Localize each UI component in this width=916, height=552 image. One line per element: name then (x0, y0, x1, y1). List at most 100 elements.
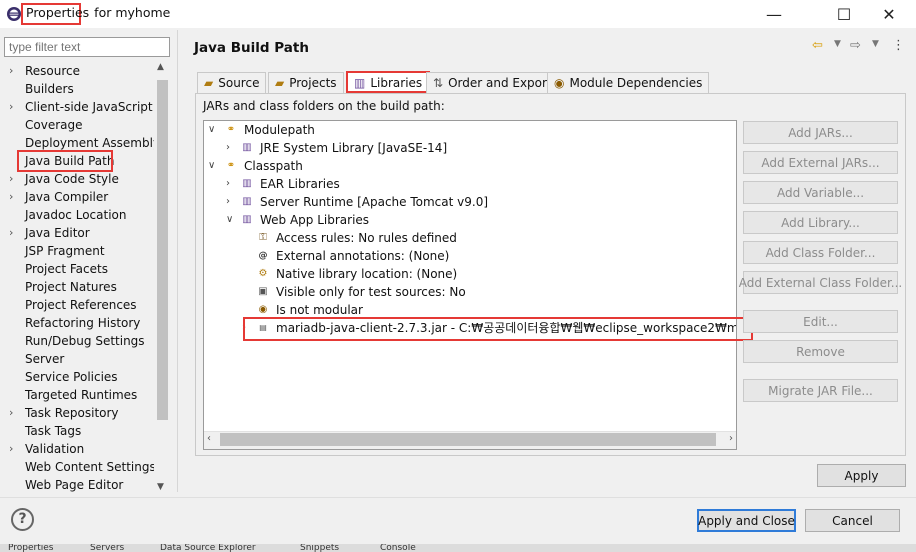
sidebar-item[interactable]: JSP Fragment (4, 242, 154, 260)
sidebar-item[interactable]: Builders (4, 80, 154, 98)
tree-node-ear[interactable]: › ▥ EAR Libraries (204, 175, 734, 193)
tree-node-jre[interactable]: › ▥ JRE System Library [JavaSE-14] (204, 139, 734, 157)
collapse-chevron-icon[interactable]: ∨ (208, 121, 220, 139)
sidebar-item[interactable]: › Task Repository (4, 404, 154, 422)
server-runtime-label: Server Runtime [Apache Tomcat v9.0] (260, 195, 489, 209)
navigation-icons: ⇦ ▼ ⇨ ▼ ⋮ (812, 38, 907, 56)
expand-chevron-icon[interactable]: › (226, 175, 238, 193)
webapp-label: Web App Libraries (260, 213, 370, 227)
tree-node-visible-only[interactable]: ▣ Visible only for test sources: No (204, 283, 734, 301)
order-export-icon: ⇅ (433, 76, 444, 90)
libraries-icon: ▥ (354, 76, 366, 90)
filter-input[interactable] (4, 37, 170, 57)
sidebar-item-label: Resource (25, 64, 81, 78)
expand-chevron-icon[interactable]: › (226, 139, 238, 157)
remove-button[interactable]: Remove (743, 340, 898, 363)
tree-node-external-annotations[interactable]: @ External annotations: (None) (204, 247, 734, 265)
minimize-button[interactable]: — (751, 0, 797, 28)
left-scrollbar-thumb[interactable] (157, 80, 168, 420)
sidebar-item[interactable]: Project References (4, 296, 154, 314)
expand-chevron-icon[interactable]: › (9, 440, 13, 458)
forward-menu-chevron-icon[interactable]: ▼ (872, 39, 879, 49)
visible-only-label: Visible only for test sources: No (276, 285, 466, 299)
sidebar-item[interactable]: Task Tags (4, 422, 154, 440)
tree-node-access-rules[interactable]: ⚿ Access rules: No rules defined (204, 229, 734, 247)
sidebar-item[interactable]: Run/Debug Settings (4, 332, 154, 350)
sidebar-item[interactable]: › Validation (4, 440, 154, 458)
back-arrow-icon[interactable]: ⇦ (812, 38, 823, 53)
add-external-class-folder-button[interactable]: Add External Class Folder... (739, 271, 902, 294)
add-external-jars-button[interactable]: Add External JARs... (743, 151, 898, 174)
sidebar-item-label: Coverage (25, 118, 83, 132)
classpath-label: Classpath (244, 159, 303, 173)
sidebar-item-label: Refactoring History (25, 316, 141, 330)
sidebar-item[interactable]: Targeted Runtimes (4, 386, 154, 404)
sidebar-item[interactable]: › Resource (4, 62, 154, 80)
collapse-chevron-icon[interactable]: ∨ (226, 211, 238, 229)
tab-source[interactable]: ▰ Source (197, 72, 267, 94)
expand-chevron-icon[interactable]: › (226, 193, 238, 211)
sidebar-item[interactable]: Server (4, 350, 154, 368)
collapse-chevron-icon[interactable]: ∨ (208, 157, 220, 175)
view-menu-icon[interactable]: ⋮ (892, 38, 905, 53)
tree-node-native-library[interactable]: ⚙ Native library location: (None) (204, 265, 734, 283)
scroll-down-icon[interactable]: ▼ (157, 482, 164, 492)
modulepath-label: Modulepath (244, 123, 315, 137)
sidebar-item[interactable]: Web Page Editor (4, 476, 154, 492)
access-rules-icon: ⚿ (259, 232, 267, 243)
sidebar-item-label: Java Editor (25, 226, 90, 240)
sidebar-item[interactable]: › Java Code Style (4, 170, 154, 188)
build-path-tree[interactable]: ∨ ⚭ Modulepath › ▥ JRE System Library [J… (203, 120, 737, 450)
expand-chevron-icon[interactable]: › (9, 188, 13, 206)
close-window-button[interactable]: ✕ (866, 0, 912, 28)
add-library-button[interactable]: Add Library... (743, 211, 898, 234)
background-view-tab: Servers (90, 544, 125, 552)
panel-splitter[interactable] (177, 30, 178, 492)
sidebar-item[interactable]: Project Natures (4, 278, 154, 296)
maximize-button[interactable]: ☐ (821, 0, 867, 28)
add-class-folder-button[interactable]: Add Class Folder... (743, 241, 898, 264)
tab-libraries[interactable]: ▥ Libraries (346, 71, 431, 93)
sidebar-item[interactable]: › Java Compiler (4, 188, 154, 206)
expand-chevron-icon[interactable]: › (9, 62, 13, 80)
migrate-jar-button[interactable]: Migrate JAR File... (743, 379, 898, 402)
sidebar-item[interactable]: Service Policies (4, 368, 154, 386)
tree-node-modulepath[interactable]: ∨ ⚭ Modulepath (204, 121, 734, 139)
expand-chevron-icon[interactable]: › (9, 170, 13, 188)
apply-button[interactable]: Apply (817, 464, 906, 487)
edit-button[interactable]: Edit... (743, 310, 898, 333)
back-menu-chevron-icon[interactable]: ▼ (834, 39, 841, 49)
add-jars-button[interactable]: Add JARs... (743, 121, 898, 144)
tab-projects[interactable]: ▰ Projects (268, 72, 344, 94)
tab-module-dependencies[interactable]: ◉ Module Dependencies (547, 72, 710, 94)
ear-label: EAR Libraries (260, 177, 340, 191)
add-variable-button[interactable]: Add Variable... (743, 181, 898, 204)
sidebar-item[interactable]: › Client-side JavaScript (4, 98, 154, 116)
tree-node-webapp[interactable]: ∨ ▥ Web App Libraries (204, 211, 734, 229)
tab-libraries-label: Libraries (370, 76, 423, 90)
expand-chevron-icon[interactable]: › (9, 404, 13, 422)
scroll-left-icon[interactable]: ‹ (207, 433, 211, 444)
expand-chevron-icon[interactable]: › (9, 224, 13, 242)
help-icon[interactable]: ? (11, 508, 34, 531)
apply-and-close-button[interactable]: Apply and Close (697, 509, 796, 532)
library-icon: ▥ (242, 178, 252, 189)
sidebar-item[interactable]: › Java Editor (4, 224, 154, 242)
tree-node-server-runtime[interactable]: › ▥ Server Runtime [Apache Tomcat v9.0] (204, 193, 734, 211)
scroll-right-icon[interactable]: › (729, 433, 733, 444)
sidebar-item[interactable]: Web Content Settings (4, 458, 154, 476)
sidebar-item-label: Web Page Editor (25, 478, 124, 492)
sidebar-item[interactable]: Refactoring History (4, 314, 154, 332)
forward-arrow-icon[interactable]: ⇨ (850, 38, 861, 53)
scroll-up-icon[interactable]: ▲ (157, 62, 164, 72)
sidebar-item[interactable]: Project Facets (4, 260, 154, 278)
expand-chevron-icon[interactable]: › (9, 98, 13, 116)
tree-node-classpath[interactable]: ∨ ⚭ Classpath (204, 157, 734, 175)
cancel-button[interactable]: Cancel (805, 509, 900, 532)
tab-order-export[interactable]: ⇅ Order and Export (426, 72, 559, 94)
sidebar-item[interactable]: Javadoc Location (4, 206, 154, 224)
classpath-icon: ⚭ (226, 160, 236, 171)
external-annotations-label: External annotations: (None) (276, 249, 450, 263)
sidebar-item[interactable]: Coverage (4, 116, 154, 134)
tree-horizontal-scrollbar-thumb[interactable] (220, 433, 716, 446)
